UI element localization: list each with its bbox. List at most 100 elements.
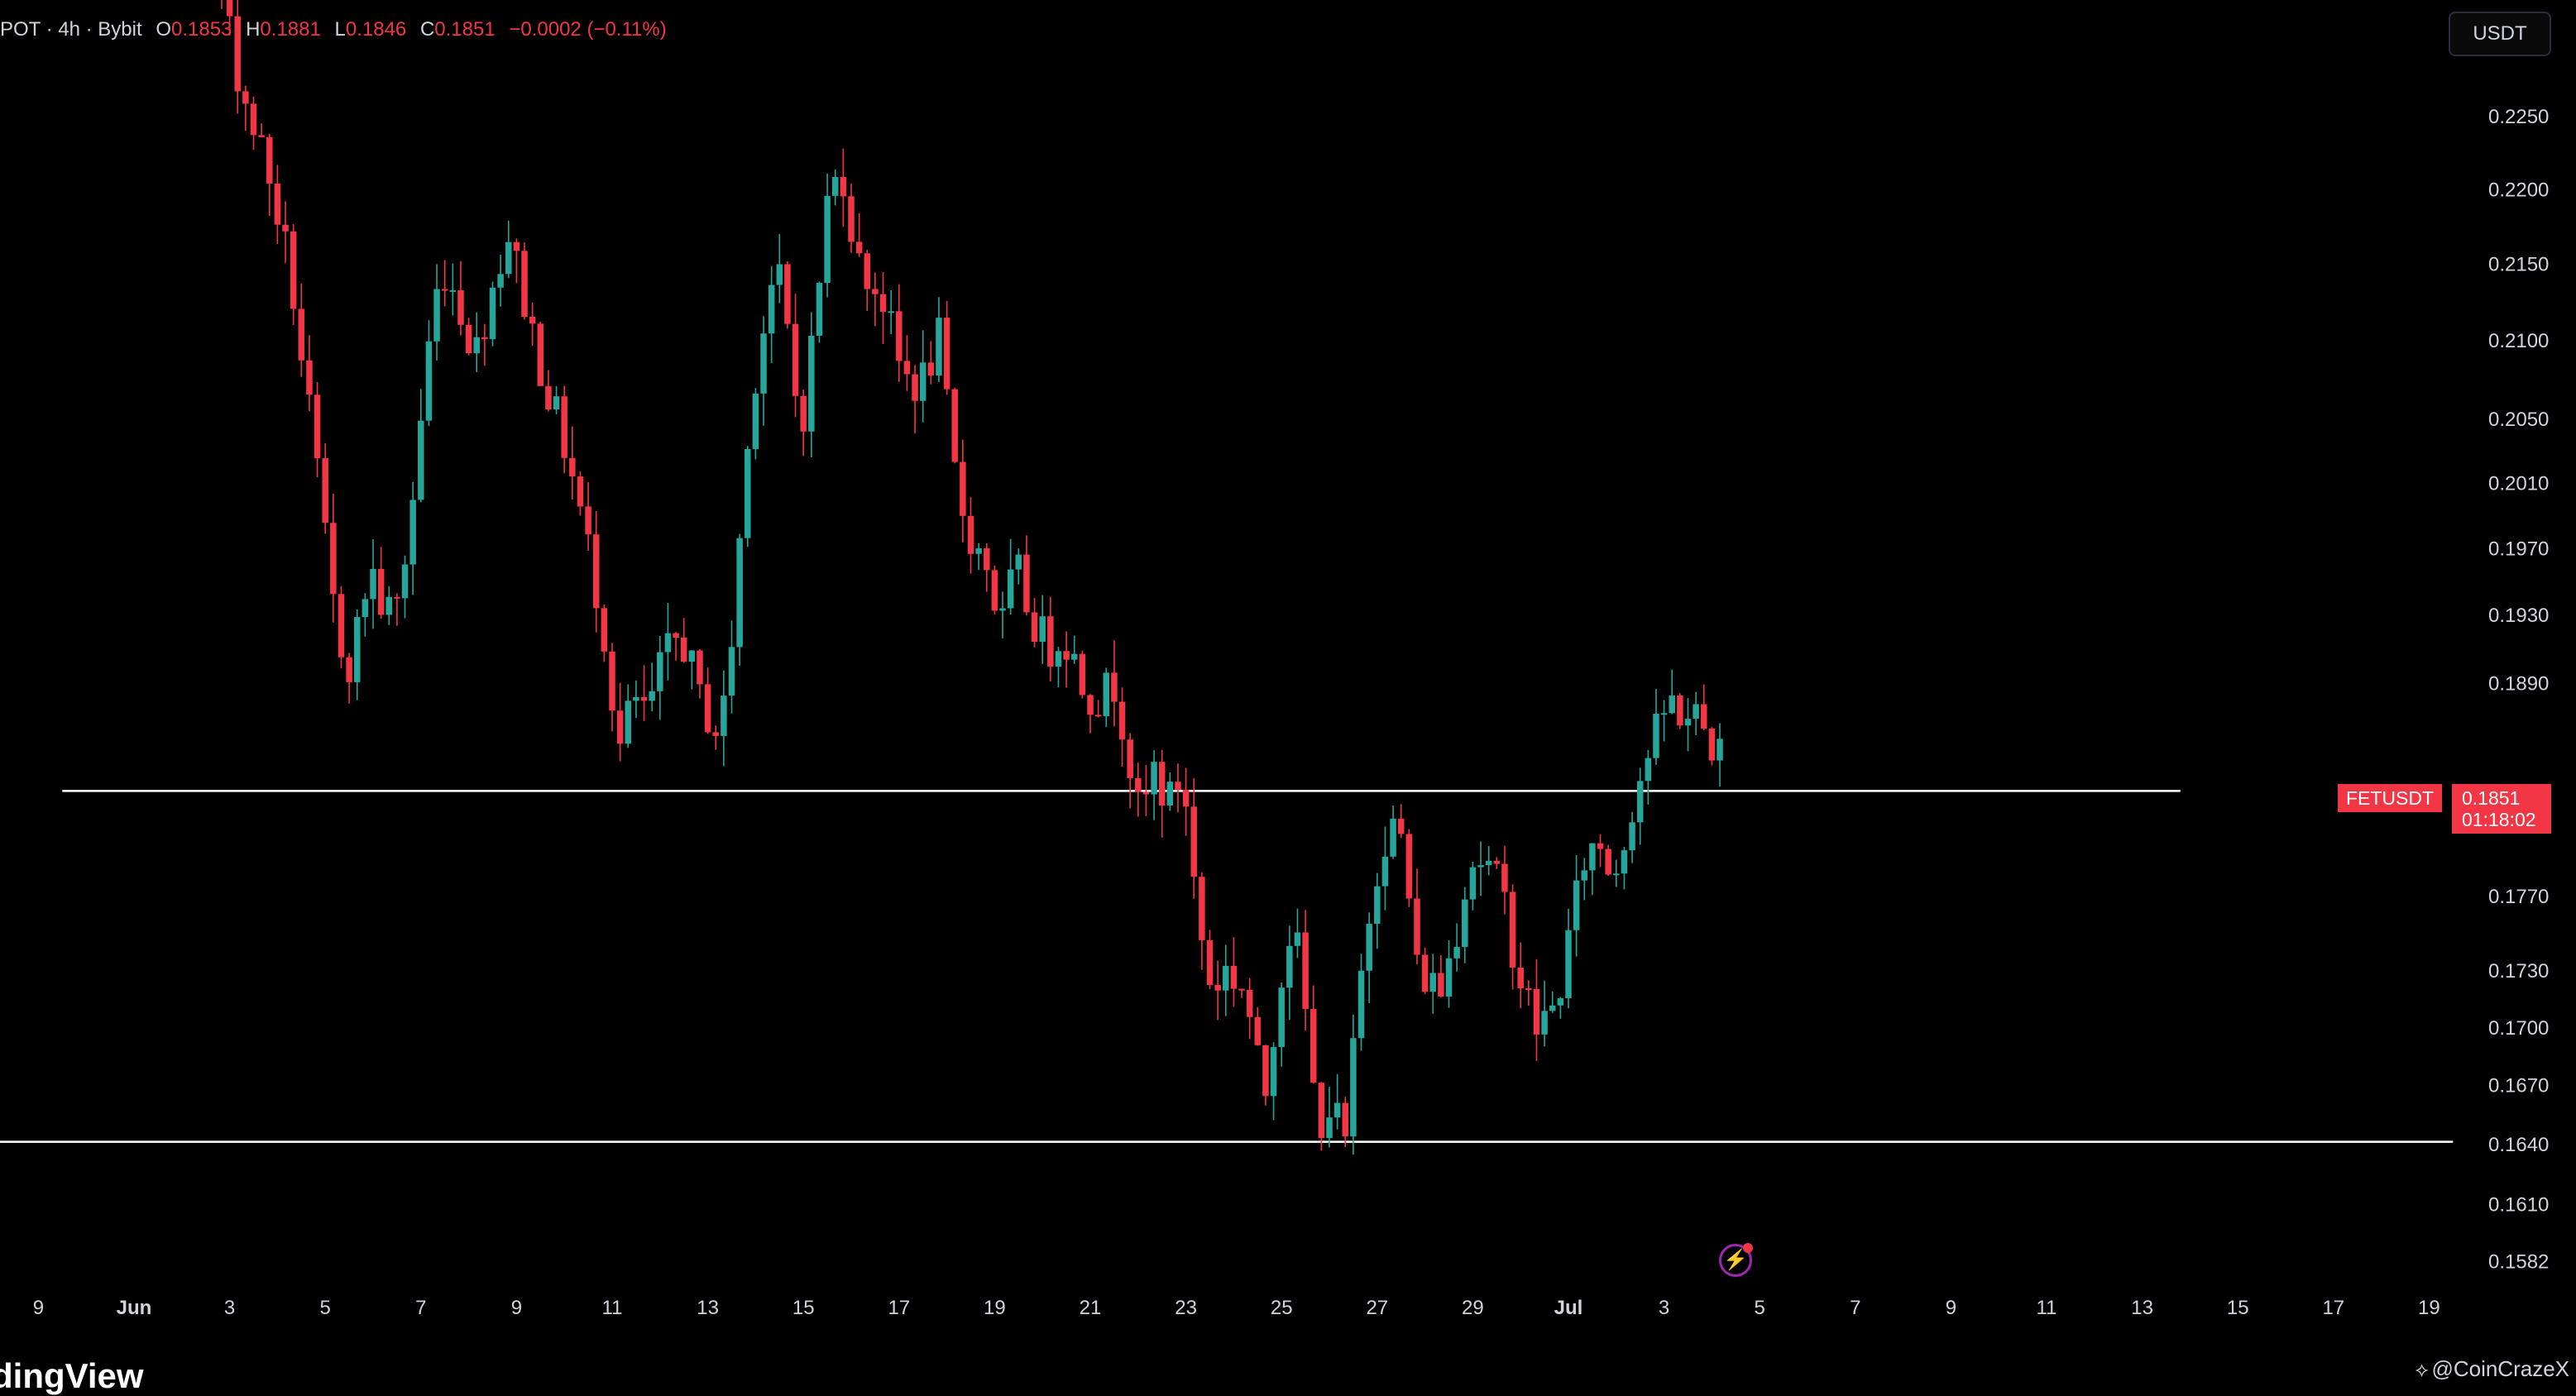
candle-body [1333, 1102, 1341, 1118]
candle-body [1175, 782, 1181, 790]
price-tick-label: 0.1582 [2488, 1251, 2549, 1274]
candle-body [425, 341, 433, 421]
legend-symbol: POT [0, 18, 41, 41]
candle-body [1485, 860, 1492, 866]
candlestick-chart[interactable]: 0.23500.23000.22500.22000.21500.21000.20… [0, 0, 2576, 1390]
candle-body [855, 241, 863, 254]
candle-body [1254, 1016, 1262, 1045]
notification-dot [1743, 1243, 1753, 1253]
currency-button[interactable]: USDT [2449, 12, 2551, 56]
candle-body [872, 289, 879, 294]
candle-body [1708, 729, 1716, 761]
candle-body [625, 700, 632, 744]
candle-body [1653, 714, 1659, 758]
legend-high-label: H [246, 18, 261, 41]
price-tick-label: 0.2100 [2488, 330, 2549, 352]
time-tick-label: Jul [1554, 1297, 1583, 1319]
candle-body [1660, 713, 1668, 715]
last-price: 0.1851 [2462, 787, 2521, 809]
time-tick-label: 5 [320, 1297, 331, 1319]
candle-body [1453, 947, 1460, 959]
candle-body [1223, 965, 1229, 991]
candle-body [1357, 970, 1365, 1039]
bar-countdown: 01:18:02 [2462, 809, 2536, 830]
candle-body [409, 500, 416, 565]
candle-body [984, 548, 990, 571]
candle-body [760, 333, 767, 394]
candle-body [792, 323, 799, 396]
candle-body [721, 696, 727, 736]
candle-body [896, 311, 903, 361]
candle-body [266, 136, 273, 184]
candle-body [418, 420, 424, 500]
candle-body [1262, 1045, 1269, 1097]
candle-body [1405, 834, 1413, 899]
time-tick-label: 9 [1946, 1297, 1956, 1319]
price-tick-label: 0.1970 [2488, 538, 2549, 560]
price-tick-label: 0.2150 [2488, 254, 2549, 276]
time-tick-label: 23 [1175, 1297, 1197, 1319]
time-tick-label: 7 [1850, 1297, 1860, 1319]
last-price-tag: 0.1851 01:18:02 [2452, 784, 2551, 834]
candle-body [967, 515, 974, 554]
chart-background [0, 0, 2576, 1390]
legend-high-value: 0.1881 [260, 18, 321, 41]
legend-exchange: Bybit [98, 18, 142, 41]
candle-body [314, 394, 321, 459]
price-tick-label: 0.1670 [2488, 1075, 2549, 1097]
candle-body [1230, 965, 1238, 989]
candle-body [1070, 653, 1078, 660]
legend-close-label: C [419, 18, 435, 41]
candle-body [991, 570, 998, 611]
candle-body [1031, 612, 1038, 643]
candle-body [1294, 932, 1301, 946]
ohlc-legend: POT · 4h · Bybit O0.1853 H0.1881 L0.1846… [0, 18, 667, 41]
candle-body [322, 458, 328, 524]
candle-body [1509, 892, 1516, 968]
candle-body [1597, 843, 1604, 849]
candle-body [1127, 739, 1133, 778]
candle-body [951, 389, 958, 462]
lightning-bolt-icon[interactable]: ⚡ [1719, 1243, 1753, 1277]
candle-body [936, 318, 942, 376]
candle-body [712, 732, 719, 736]
candle-body [1286, 945, 1293, 988]
candle-body [912, 374, 918, 401]
candle-body [1533, 988, 1540, 1035]
candle-body [1677, 696, 1683, 726]
candle-body [1142, 791, 1150, 795]
candle-body [800, 395, 807, 432]
candle-body [433, 289, 440, 342]
candle-body [745, 448, 751, 538]
candle-body [903, 361, 911, 375]
candle-body [960, 461, 966, 516]
price-tick-label: 0.1700 [2488, 1017, 2549, 1040]
candle-body [298, 308, 305, 361]
candle-body [1015, 554, 1022, 570]
candle-body [1421, 954, 1429, 992]
diamond-icon: ⟡ [2415, 1359, 2429, 1381]
candle-body [1302, 932, 1309, 1010]
candle-body [601, 608, 608, 652]
candle-body [864, 253, 871, 289]
candle-body [616, 710, 624, 744]
candle-body [776, 264, 783, 285]
candle-body [330, 523, 337, 595]
candle-body [1445, 958, 1453, 997]
candle-body [1573, 880, 1580, 930]
candle-body [1636, 781, 1644, 823]
time-tick-label: 15 [792, 1297, 815, 1319]
candle-body [1087, 695, 1094, 715]
candle-body [840, 176, 847, 197]
candle-body [505, 241, 512, 275]
footer-bar [0, 1336, 2576, 1390]
time-tick-label: 13 [697, 1297, 719, 1319]
candle-body [1007, 569, 1014, 609]
candle-body [1182, 789, 1190, 807]
candle-body [1589, 843, 1596, 871]
candle-body [943, 318, 950, 390]
candle-body [1190, 806, 1197, 877]
candle-body [1469, 867, 1477, 900]
time-tick-label: 19 [984, 1297, 1006, 1319]
candle-body [226, 0, 233, 17]
